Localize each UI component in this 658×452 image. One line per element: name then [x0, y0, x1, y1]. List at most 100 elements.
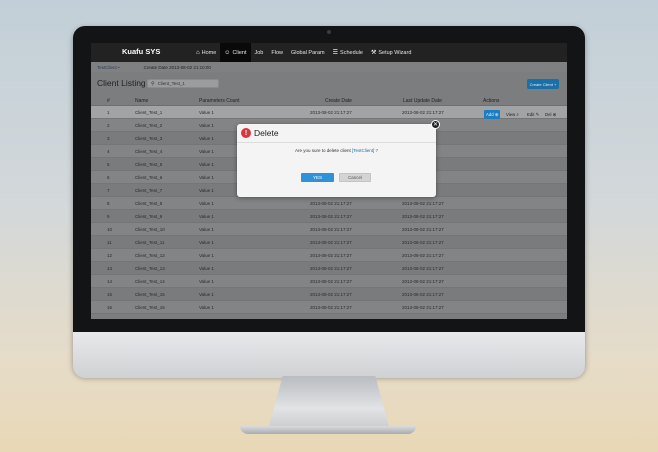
add-button[interactable]: Add ⊕ — [484, 110, 501, 119]
table-row[interactable]: 14 Client_Test_14 Value 1 2013-08-02 21:17:… — [91, 275, 567, 288]
view-button[interactable]: View ⌕ — [504, 110, 521, 119]
client-name-cell: Client_Test_3 — [135, 136, 163, 141]
row-number: 13 — [107, 266, 113, 271]
param-count-cell: Value 1 — [199, 214, 214, 219]
column-header-params: Parameters Count — [199, 98, 240, 104]
row-number: 10 — [107, 227, 113, 232]
client-name-cell: Client_Test_11 — [135, 240, 165, 245]
list-icon: ☰ — [332, 50, 339, 56]
table-row[interactable]: 12 Client_Test_12 Value 1 2013-08-02 21:17:… — [91, 249, 567, 262]
modal-message-text: Are you sure to delete client — [294, 148, 351, 153]
create-date-label: Create Date 2013-08-02 21:10:00 — [143, 64, 211, 70]
home-icon: ⌂ — [196, 49, 200, 56]
nav-item-setup-wizard[interactable]: ⚒ Setup Wizard — [367, 43, 415, 62]
param-count-cell: Value 1 — [199, 240, 214, 245]
param-count-cell: Value 1 — [199, 279, 214, 284]
row-number: 8 — [107, 201, 110, 206]
subheader: TestClient • Create Date 2013-08-02 21:1… — [91, 62, 567, 72]
create-date-cell: 2013-08-02 21:17:27 — [310, 214, 352, 219]
delete-button[interactable]: Del ⊗ — [543, 110, 558, 119]
brand-logo[interactable]: Kuafu SYS — [122, 47, 160, 56]
client-name-cell: Client_Test_2 — [135, 123, 163, 128]
client-name-cell: Client_Test_13 — [135, 266, 165, 271]
nav-item-label: Job — [254, 49, 264, 56]
nav-item-schedule[interactable]: ☰ Schedule — [329, 43, 367, 62]
client-name-cell: Client_Test_14 — [135, 279, 165, 284]
modal-title: Delete — [254, 128, 279, 138]
client-name-cell: Client_Test_6 — [135, 175, 163, 180]
nav-item-label: Schedule — [340, 49, 363, 56]
nav-item-label: Client — [232, 49, 247, 56]
nav-item-label: Global Param — [291, 49, 325, 56]
modal-message-suffix: ? — [375, 148, 379, 153]
table-row[interactable]: 13 Client_Test_13 Value 1 2013-08-02 21:17:… — [91, 262, 567, 275]
cancel-button[interactable]: Cancel — [339, 173, 371, 182]
update-date-cell: 2013-08-02 21:17:27 — [402, 240, 444, 245]
row-number: 5 — [107, 162, 110, 167]
param-count-cell: Value 1 — [199, 149, 214, 154]
nav-item-global-param[interactable]: Global Param — [287, 43, 329, 62]
row-number: 2 — [107, 123, 110, 128]
row-number: 11 — [107, 240, 112, 245]
delete-modal: ! Delete ✕ Are you sure to delete client… — [237, 120, 440, 197]
nav-item-flow[interactable]: Flow — [267, 43, 287, 62]
param-count-cell: Value 1 — [199, 292, 214, 297]
modal-header: ! Delete ✕ — [237, 120, 440, 143]
nav-item-label: Home — [201, 49, 217, 56]
update-date-cell: 2013-08-02 21:17:27 — [402, 292, 444, 297]
table-row[interactable]: 11 Client_Test_11 Value 1 2013-08-02 21:17:… — [91, 236, 567, 249]
table-row[interactable]: 10 Client_Test_10 Value 1 2013-08-02 21:17:… — [91, 223, 567, 236]
client-name-cell: Client_Test_9 — [135, 214, 163, 219]
client-name-cell: Client_Test_12 — [135, 253, 165, 258]
param-count-cell: Value 1 — [199, 123, 214, 128]
param-count-cell: Value 1 — [199, 305, 214, 310]
create-client-button[interactable]: Create Client + — [527, 79, 559, 89]
search-input[interactable]: ⚲ Client_Test_1 — [147, 79, 219, 88]
monitor-stand — [268, 376, 390, 430]
row-number: 4 — [107, 149, 110, 154]
row-number: 9 — [107, 214, 110, 219]
row-number: 15 — [107, 292, 113, 297]
nav-menu: ⌂ Home ☺ Client Job Flow Global Param ☰ Sch… — [192, 43, 415, 62]
row-number: 7 — [107, 188, 110, 193]
nav-item-label: Flow — [271, 49, 283, 56]
modal-buttons: YES Cancel — [237, 173, 436, 183]
navbar: Kuafu SYS ⌂ Home ☺ Client Job Flow Global … — [91, 43, 567, 62]
column-header-create-date: Create Date — [325, 98, 352, 104]
table-header: # Name Parameters Count Create Date Last… — [91, 96, 567, 106]
row-number: 1 — [107, 110, 110, 115]
screen: Kuafu SYS ⌂ Home ☺ Client Job Flow Global … — [91, 43, 567, 319]
client-name-cell: Client_Test_16 — [135, 305, 165, 310]
create-date-cell: 2013-08-02 21:17:27 — [310, 305, 352, 310]
row-number: 12 — [107, 253, 113, 258]
monitor-stand-base — [240, 426, 416, 434]
column-header-update-date: Last Update Date — [403, 98, 442, 104]
table-row[interactable]: 1 Client_Test_1 Value 1 2013-08-02 21:17:27… — [91, 106, 567, 119]
client-name-cell: Client_Test_4 — [135, 149, 163, 154]
close-icon[interactable]: ✕ — [431, 120, 440, 129]
update-date-cell: 2013-08-02 21:17:27 — [402, 227, 444, 232]
nav-item-job[interactable]: Job — [251, 43, 268, 62]
column-header-num: # — [107, 98, 110, 104]
param-count-cell: Value 1 — [199, 227, 214, 232]
client-name-cell: Client_Test_1 — [135, 110, 163, 115]
camera-icon — [327, 30, 331, 34]
nav-item-home[interactable]: ⌂ Home — [192, 43, 220, 62]
table-row[interactable]: 16 Client_Test_16 Value 1 2013-08-02 21:17:… — [91, 301, 567, 314]
row-number: 3 — [107, 136, 110, 141]
update-date-cell: 2013-08-02 21:17:27 — [402, 201, 444, 206]
nav-item-client[interactable]: ☺ Client — [220, 43, 251, 62]
create-date-cell: 2013-08-02 21:17:27 — [310, 253, 352, 258]
breadcrumb[interactable]: TestClient • — [97, 65, 120, 70]
create-date-cell: 2013-08-02 21:17:27 — [310, 279, 352, 284]
edit-button[interactable]: Edit ✎ — [525, 110, 541, 119]
yes-button[interactable]: YES — [301, 173, 334, 182]
table-row[interactable]: 9 Client_Test_9 Value 1 2013-08-02 21:17:27… — [91, 210, 567, 223]
client-name-cell: Client_Test_15 — [135, 292, 165, 297]
row-number: 14 — [107, 279, 113, 284]
client-name-cell: Client_Test_5 — [135, 162, 163, 167]
client-name-cell: Client_Test_7 — [135, 188, 163, 193]
table-row[interactable]: 15 Client_Test_15 Value 1 2013-08-02 21:17:… — [91, 288, 567, 301]
client-name-cell: Client_Test_8 — [135, 201, 163, 206]
table-row[interactable]: 8 Client_Test_8 Value 1 2013-08-02 21:17:27… — [91, 197, 567, 210]
